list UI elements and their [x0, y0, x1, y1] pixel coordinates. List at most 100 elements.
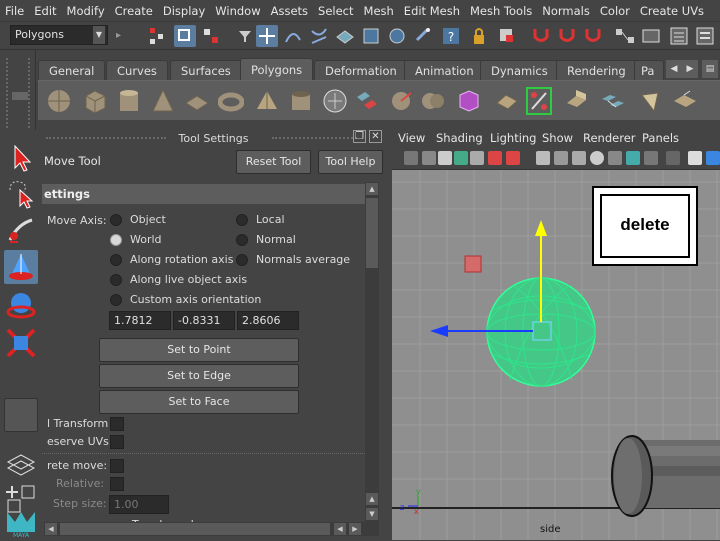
textured-icon[interactable] — [590, 151, 604, 165]
set-to-point-button[interactable]: Set to Point — [99, 338, 299, 362]
reduce-icon[interactable] — [494, 87, 520, 115]
retain-transform-checkbox[interactable] — [110, 417, 124, 431]
shadows-icon[interactable] — [626, 151, 640, 165]
menu-mesh[interactable]: Mesh — [359, 0, 399, 22]
preserve-uvs-checkbox[interactable] — [110, 435, 124, 449]
close-icon[interactable]: ✕ — [369, 130, 382, 143]
tab-scroll-left-icon[interactable]: ◀ — [666, 60, 682, 78]
viewport-canvas[interactable]: y z x delete side — [392, 170, 720, 540]
select-highlight-icon[interactable] — [496, 25, 518, 47]
film-gate-icon[interactable] — [488, 151, 502, 165]
z-axis-arrow-icon[interactable] — [430, 325, 448, 337]
smooth-icon[interactable] — [456, 87, 482, 115]
scroll-down-icon[interactable]: ▼ — [366, 508, 378, 520]
menu-select[interactable]: Select — [313, 0, 358, 22]
filter-icon[interactable] — [234, 25, 256, 47]
scroll-thumb[interactable] — [366, 198, 378, 268]
poly-plane-icon[interactable] — [184, 87, 210, 115]
use-lights-icon[interactable] — [608, 151, 622, 165]
menu-set-dropdown[interactable]: Polygons ▼ — [10, 25, 108, 45]
move-tool-icon[interactable] — [4, 250, 38, 284]
select-component-icon[interactable] — [200, 25, 222, 47]
smooth-shade-icon[interactable] — [554, 151, 568, 165]
radio-custom-axis[interactable] — [110, 294, 122, 306]
lock-icon[interactable] — [468, 25, 490, 47]
tab-animation[interactable]: Animation — [404, 60, 485, 80]
tab-surfaces[interactable]: Surfaces — [170, 60, 242, 80]
axis-x-field[interactable]: 1.7812 — [109, 311, 171, 330]
snap-point-icon[interactable] — [308, 25, 330, 47]
grid-toggle-icon[interactable] — [470, 151, 484, 165]
scroll-up-small-icon[interactable]: ▲ — [366, 493, 378, 505]
relative-checkbox[interactable] — [110, 477, 124, 491]
magnet-curve-icon[interactable] — [556, 25, 578, 47]
scroll-left-icon[interactable]: ◀ — [45, 523, 57, 535]
vp-menu-shading[interactable]: Shading — [436, 131, 483, 145]
tab-paint-effects[interactable]: Pa — [634, 60, 664, 80]
resolution-gate-icon[interactable] — [506, 151, 520, 165]
menu-normals[interactable]: Normals — [537, 0, 595, 22]
magnet-icon[interactable] — [530, 25, 552, 47]
select-tool-icon[interactable] — [4, 140, 38, 174]
snap-plane-icon[interactable] — [334, 25, 356, 47]
poly-cube-icon[interactable] — [82, 87, 108, 115]
xray-joints-icon[interactable] — [706, 151, 720, 165]
radio-along-live-object-axis[interactable] — [110, 274, 122, 286]
poly-sphere-icon[interactable] — [46, 87, 72, 115]
collapse-arrow-icon[interactable]: ▸ — [116, 25, 124, 47]
menu-color[interactable]: Color — [595, 0, 635, 22]
set-to-face-button[interactable]: Set to Face — [99, 390, 299, 414]
snap-view-plane-icon[interactable] — [360, 25, 382, 47]
menu-create[interactable]: Create — [110, 0, 158, 22]
menu-modify[interactable]: Modify — [62, 0, 110, 22]
discrete-move-checkbox[interactable] — [110, 459, 124, 473]
history-icon[interactable] — [412, 25, 434, 47]
vp-menu-renderer[interactable]: Renderer — [583, 131, 636, 145]
y-axis-arrow-icon[interactable] — [535, 220, 547, 236]
boolean-icon[interactable] — [420, 87, 446, 115]
bridge-icon[interactable] — [600, 87, 626, 115]
step-size-field[interactable]: 1.00 — [109, 495, 169, 514]
help-icon[interactable]: ? — [440, 25, 462, 47]
magnet-point-icon[interactable] — [582, 25, 604, 47]
axis-y-field[interactable]: -0.8331 — [173, 311, 235, 330]
radio-world[interactable] — [110, 234, 122, 246]
radio-normal[interactable] — [236, 234, 248, 246]
pivot-marker[interactable] — [464, 255, 482, 273]
isolate-select-icon[interactable] — [666, 151, 680, 165]
scale-tool-icon[interactable] — [4, 326, 38, 360]
shelf-options-icon[interactable]: ▤ — [702, 60, 718, 78]
menu-file[interactable]: File — [0, 0, 29, 22]
tab-curves[interactable]: Curves — [106, 60, 168, 80]
xray-icon[interactable] — [644, 151, 658, 165]
camera-attr-icon[interactable] — [422, 151, 436, 165]
tool-help-button[interactable]: Tool Help — [318, 150, 383, 174]
image-plane-icon[interactable] — [454, 151, 468, 165]
section-header-settings[interactable]: ettings — [42, 184, 365, 204]
tool-settings-icon[interactable] — [694, 25, 716, 47]
poly-cylinder-icon[interactable] — [116, 87, 142, 115]
menu-display[interactable]: Display — [158, 0, 210, 22]
scroll-right-icon[interactable]: ▶ — [349, 523, 361, 535]
rotate-tool-icon[interactable] — [4, 288, 38, 322]
hscroll-thumb[interactable] — [60, 523, 330, 535]
set-to-edge-button[interactable]: Set to Edge — [99, 364, 299, 388]
append-icon[interactable] — [672, 87, 698, 115]
axis-z-field[interactable]: 2.8606 — [237, 311, 299, 330]
radio-normals-average[interactable] — [236, 254, 248, 266]
combine-icon[interactable] — [322, 87, 348, 115]
snap-live-icon[interactable] — [386, 25, 408, 47]
wireframe-icon[interactable] — [536, 151, 550, 165]
menu-window[interactable]: Window — [210, 0, 265, 22]
tab-general[interactable]: General — [38, 60, 106, 80]
layout-single-icon[interactable] — [4, 448, 38, 482]
tab-rendering[interactable]: Rendering — [556, 60, 637, 80]
cube-view-icon[interactable] — [688, 151, 702, 165]
menu-create-uvs[interactable]: Create UVs — [635, 0, 709, 22]
attribute-editor-icon[interactable] — [668, 25, 690, 47]
poly-cone-icon[interactable] — [150, 87, 176, 115]
poly-pipe-icon[interactable] — [288, 87, 314, 115]
extrude-icon[interactable] — [564, 87, 590, 115]
select-object-icon[interactable] — [174, 25, 196, 47]
menu-edit[interactable]: Edit — [29, 0, 61, 22]
